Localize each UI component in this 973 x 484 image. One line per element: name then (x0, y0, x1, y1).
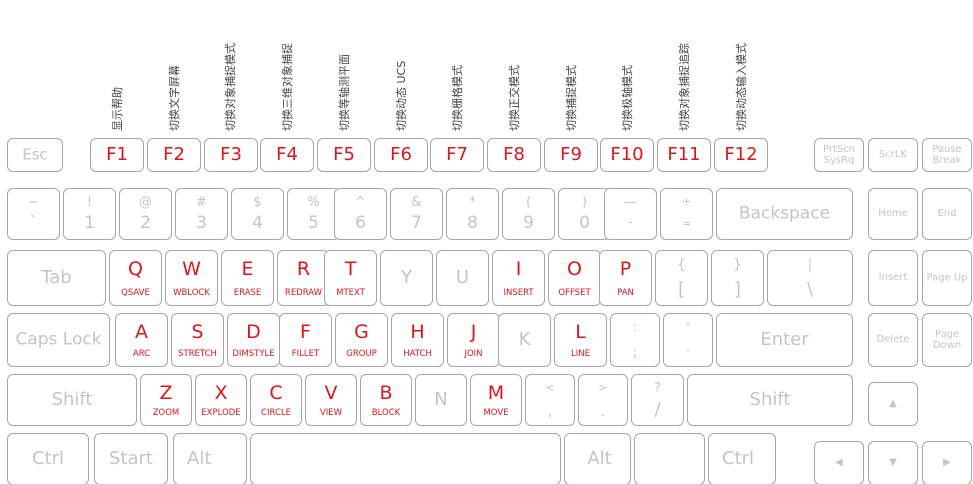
f2-caption: 切换文字屏幕 (168, 65, 181, 131)
semicolon-key[interactable]: :; (610, 313, 660, 367)
right-ctrl-key[interactable]: Ctrl (708, 433, 776, 484)
quote-key[interactable]: " ' (663, 313, 713, 367)
tab-key[interactable]: Tab (7, 250, 106, 306)
g-key[interactable]: G GROUP (335, 313, 388, 367)
p-key[interactable]: P PAN (599, 250, 652, 306)
digit-2-key[interactable]: @2 (119, 188, 172, 240)
s-key[interactable]: S STRETCH (171, 313, 224, 367)
digit-9-key[interactable]: (9 (502, 188, 555, 240)
f8-key[interactable]: F8 (487, 138, 541, 172)
left-ctrl-key[interactable]: Ctrl (7, 433, 89, 484)
b-key[interactable]: B BLOCK (360, 374, 412, 426)
f9-key[interactable]: F9 (544, 138, 598, 172)
left-bracket-key[interactable]: {[ (655, 250, 708, 306)
f9-caption: 切换捕捉模式 (565, 65, 578, 131)
m-key[interactable]: M MOVE (470, 374, 522, 426)
e-key[interactable]: E ERASE (221, 250, 274, 306)
digit-6-key[interactable]: ^ 6 (334, 188, 387, 240)
n-key[interactable]: N (415, 374, 467, 426)
f4-caption: 切换三维对象捕捉 (281, 43, 294, 131)
digit-7-key[interactable]: & 7 (390, 188, 443, 240)
f1-caption: 显示帮助 (111, 87, 124, 131)
v-key[interactable]: V VIEW (305, 374, 357, 426)
pause-key[interactable]: Pause Break (922, 138, 972, 172)
arrow-right-key[interactable]: ▶ (922, 441, 972, 484)
equals-key[interactable]: + = (660, 188, 713, 240)
digit-3-key[interactable]: #3 (175, 188, 228, 240)
x-key[interactable]: X EXPLODE (195, 374, 247, 426)
f5-key[interactable]: F5 (317, 138, 371, 172)
backtick-key[interactable]: ~ ` (7, 188, 60, 240)
d-key[interactable]: D DIMSTYLE (227, 313, 280, 367)
start-key[interactable]: Start (94, 433, 168, 484)
f1-key[interactable]: F1 (90, 138, 144, 172)
insert-key[interactable]: Insert (868, 250, 918, 306)
r-key[interactable]: R REDRAW (277, 250, 330, 306)
h-key[interactable]: H HATCH (391, 313, 444, 367)
c-key[interactable]: C CIRCLE (250, 374, 302, 426)
enter-key[interactable]: Enter (716, 313, 853, 367)
comma-key[interactable]: <, (525, 374, 575, 426)
backspace-key[interactable]: Backspace (716, 188, 853, 240)
digit-8-key[interactable]: * 8 (446, 188, 499, 240)
backslash-key[interactable]: | \ (767, 250, 853, 306)
z-key[interactable]: Z ZOOM (140, 374, 192, 426)
l-key[interactable]: L LINE (554, 313, 607, 367)
esc-key[interactable]: Esc (7, 138, 63, 172)
right-shift-key[interactable]: Shift (687, 374, 853, 426)
digit-1-key[interactable]: ! 1 (63, 188, 116, 240)
f5-caption: 切换等轴测平面 (338, 54, 351, 131)
arrow-down-key[interactable]: ▼ (868, 441, 918, 484)
blank-key[interactable] (634, 433, 705, 484)
f10-caption: 切换极轴模式 (621, 65, 634, 131)
f11-caption: 切换对象捕捉追踪 (678, 43, 691, 131)
page-up-key[interactable]: Page Up (922, 250, 972, 306)
page-down-key[interactable]: Page Down (922, 313, 972, 367)
f12-caption: 切换动态输入模式 (735, 43, 748, 131)
home-key[interactable]: Home (868, 188, 918, 240)
f11-key[interactable]: F11 (657, 138, 711, 172)
k-key[interactable]: K (498, 313, 551, 367)
delete-key[interactable]: Delete (868, 313, 918, 367)
u-key[interactable]: U (436, 250, 489, 306)
scrlk-key[interactable]: ScrLK (868, 138, 918, 172)
f4-key[interactable]: F4 (260, 138, 314, 172)
arrow-left-key[interactable]: ◀ (814, 441, 864, 484)
f6-caption: 切换动态 UCS (395, 60, 408, 131)
minus-key[interactable]: — - (604, 188, 657, 240)
t-key[interactable]: T MTEXT (324, 250, 377, 306)
f12-key[interactable]: F12 (714, 138, 768, 172)
left-shift-key[interactable]: Shift (7, 374, 137, 426)
period-key[interactable]: >. (578, 374, 628, 426)
f-key[interactable]: F FILLET (279, 313, 332, 367)
f3-caption: 切换对象捕捉模式 (224, 43, 237, 131)
f7-key[interactable]: F7 (430, 138, 484, 172)
f7-caption: 切换栅格模式 (451, 65, 464, 131)
digit-5-key[interactable]: % 5 (287, 188, 340, 240)
o-key[interactable]: O OFFSET (548, 250, 601, 306)
y-key[interactable]: Y (380, 250, 433, 306)
end-key[interactable]: End (922, 188, 972, 240)
slash-key[interactable]: ? / (631, 374, 684, 426)
right-alt-key[interactable]: Alt (564, 433, 631, 484)
i-key[interactable]: I INSERT (492, 250, 545, 306)
left-alt-key[interactable]: Alt (173, 433, 247, 484)
f2-key[interactable]: F2 (147, 138, 201, 172)
keyboard-diagram: 显示帮助 切换文字屏幕 切换对象捕捉模式 切换三维对象捕捉 切换等轴测平面 切换… (0, 0, 973, 484)
f8-caption: 切换正交模式 (508, 65, 521, 131)
q-key[interactable]: Q QSAVE (109, 250, 162, 306)
right-bracket-key[interactable]: }] (711, 250, 764, 306)
f3-key[interactable]: F3 (204, 138, 258, 172)
j-key[interactable]: J JOIN (447, 313, 500, 367)
f10-key[interactable]: F10 (600, 138, 654, 172)
w-key[interactable]: W WBLOCK (165, 250, 218, 306)
prtscn-key[interactable]: PrtScn SysRq (814, 138, 864, 172)
digit-4-key[interactable]: $4 (231, 188, 284, 240)
arrow-up-key[interactable]: ▲ (868, 382, 918, 426)
a-key[interactable]: A ARC (115, 313, 168, 367)
space-bar[interactable] (250, 433, 561, 484)
f6-key[interactable]: F6 (374, 138, 428, 172)
caps-lock-key[interactable]: Caps Lock (7, 313, 110, 367)
